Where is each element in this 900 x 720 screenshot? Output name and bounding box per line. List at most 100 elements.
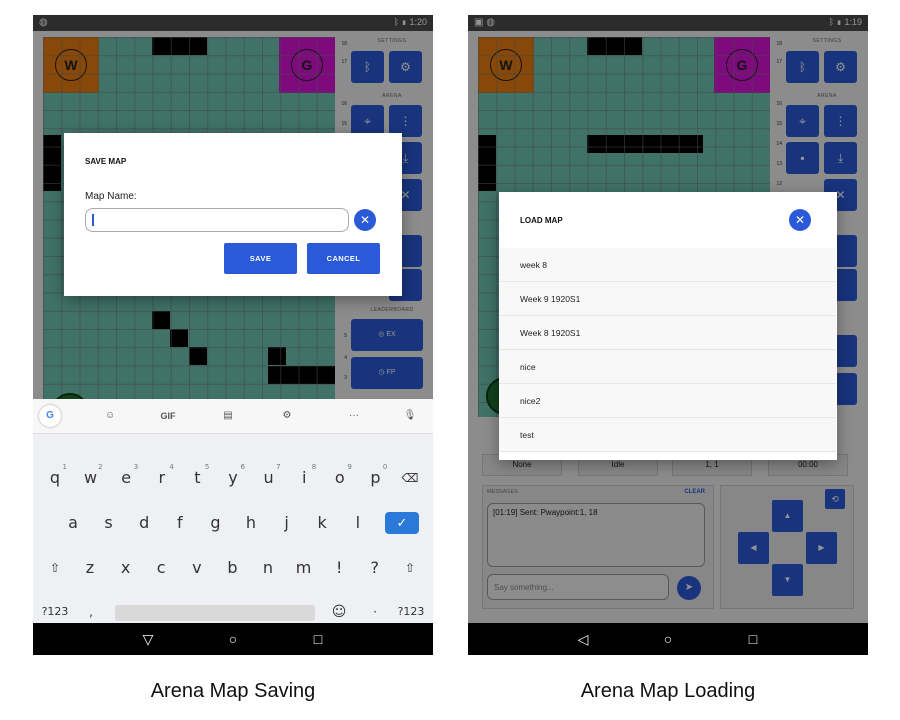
back-icon[interactable]: ◁ [573,629,593,649]
key-label: r [158,468,166,487]
key-hint: 6 [240,463,245,471]
key-row1-1[interactable]: w2 [75,461,107,495]
gif-button[interactable]: GIF [157,407,179,425]
key-row3-4[interactable]: b [216,551,248,585]
key-row3-1[interactable]: x [110,551,142,585]
caption-loading: Arena Map Loading [580,680,756,702]
map-list-item[interactable]: nice2 [499,384,836,418]
key-row1-4[interactable]: t5 [181,461,213,495]
key-label: ? [370,558,380,577]
key-hint: 9 [347,463,352,471]
key-label: h [245,513,257,532]
backspace-key[interactable]: ⌫ [394,461,426,495]
key-row1-2[interactable]: e3 [110,461,142,495]
gear-icon[interactable]: ⚙ [276,407,298,425]
key-label: u [263,468,274,487]
shift-key-left[interactable]: ⇧ [39,551,71,585]
map-list-item[interactable]: week 8 [499,248,836,282]
save-button[interactable]: SAVE [224,243,297,274]
key-row3-0[interactable]: z [74,551,106,585]
load-map-dialog: LOAD MAP ✕ week 8 Week 9 1920S1 Week 8 192… [499,192,837,460]
key-row2-5[interactable]: h [235,506,267,540]
google-icon[interactable]: G [39,405,61,427]
check-icon: ✓ [396,515,408,530]
key-label: n [262,558,274,577]
shift-icon: ⇧ [49,561,61,575]
key-hint: 1 [62,463,67,471]
key-row1-5[interactable]: y6 [217,461,249,495]
sticker-icon[interactable]: ☺ [99,407,121,425]
map-list-item[interactable]: Week 9 1920S1 [499,282,836,316]
key-label: g [210,513,221,532]
nav-bar: ◁ ○ □ [468,623,868,655]
key-row1-6[interactable]: u7 [253,461,285,495]
map-list-item[interactable]: Week 8 1920S1 [499,316,836,350]
key-label: w [84,468,98,487]
key-row2-2[interactable]: d [128,506,160,540]
key-hint: 0 [382,463,388,471]
key-label: d [139,513,150,532]
more-icon[interactable]: ··· [343,407,365,425]
keyboard-toolbar: G ☺ GIF ▤ ⚙ ··· 🎙 [33,399,433,434]
key-row1-0[interactable]: q1 [39,461,71,495]
dialog-title: SAVE MAP [85,157,127,166]
key-label: z [85,558,95,577]
map-name-input[interactable] [85,208,349,232]
key-row3-2[interactable]: c [145,551,177,585]
key-label: b [227,558,238,577]
key-row3-5[interactable]: n [252,551,284,585]
key-label: l [355,513,361,532]
key-row1-3[interactable]: r4 [146,461,178,495]
map-list-item[interactable]: nice [499,350,836,384]
recents-icon[interactable]: □ [308,629,328,649]
key-hint: 5 [204,463,210,471]
space-key[interactable] [115,605,315,621]
nav-bar: ▽ ○ □ [33,623,433,655]
key-row1-7[interactable]: i8 [288,461,320,495]
key-label: o [334,468,345,487]
home-icon[interactable]: ○ [223,629,243,649]
key-label: i [301,468,307,487]
close-icon: ✕ [359,213,371,227]
home-icon[interactable]: ○ [658,629,678,649]
backspace-icon: ⌫ [401,471,419,485]
shift-key-right[interactable]: ⇧ [394,551,426,585]
key-label: q [49,468,61,487]
key-label: f [176,513,183,532]
shift-icon: ⇧ [404,561,416,575]
key-row1-8[interactable]: o9 [324,461,356,495]
key-row2-7[interactable]: k [306,506,338,540]
key-label: s [104,513,113,532]
phone-screen-saving: ◍ ᛒ ▮ 1:20 W G 18 17 16 15 5 4 3 SETTING… [33,15,433,655]
close-dialog-button[interactable]: ✕ [789,209,811,231]
clear-input-button[interactable]: ✕ [354,209,376,231]
key-row3-7[interactable]: ! [323,551,355,585]
key-row2-1[interactable]: s [93,506,125,540]
caption-saving: Arena Map Saving [150,680,316,702]
text-cursor [92,214,94,226]
close-icon: ✕ [794,213,806,227]
map-list-item[interactable]: test [499,418,836,452]
key-row2-6[interactable]: j [271,506,303,540]
key-label: p [370,468,381,487]
cancel-button[interactable]: CANCEL [307,243,380,274]
key-row2-8[interactable]: l [342,506,374,540]
key-hint: 3 [133,463,139,471]
key-row2-3[interactable]: f [164,506,196,540]
key-row1-9[interactable]: p0 [359,461,391,495]
key-label: k [317,513,327,532]
key-label: e [121,468,132,487]
clipboard-icon[interactable]: ▤ [217,407,239,425]
key-row3-3[interactable]: v [181,551,213,585]
microphone-icon[interactable]: 🎙 [399,407,421,425]
recents-icon[interactable]: □ [743,629,763,649]
map-name-label: Map Name: [85,191,137,202]
key-row2-0[interactable]: a [57,506,89,540]
enter-key[interactable]: ✓ [385,512,419,534]
key-row3-8[interactable]: ? [359,551,391,585]
back-icon[interactable]: ▽ [138,629,158,649]
key-hint: 4 [169,463,174,471]
key-row3-6[interactable]: m [288,551,320,585]
key-row2-4[interactable]: g [199,506,231,540]
on-screen-keyboard: G ☺ GIF ▤ ⚙ ··· 🎙 q1w2e3r4t5y6u7i8o9p0as… [33,399,433,623]
